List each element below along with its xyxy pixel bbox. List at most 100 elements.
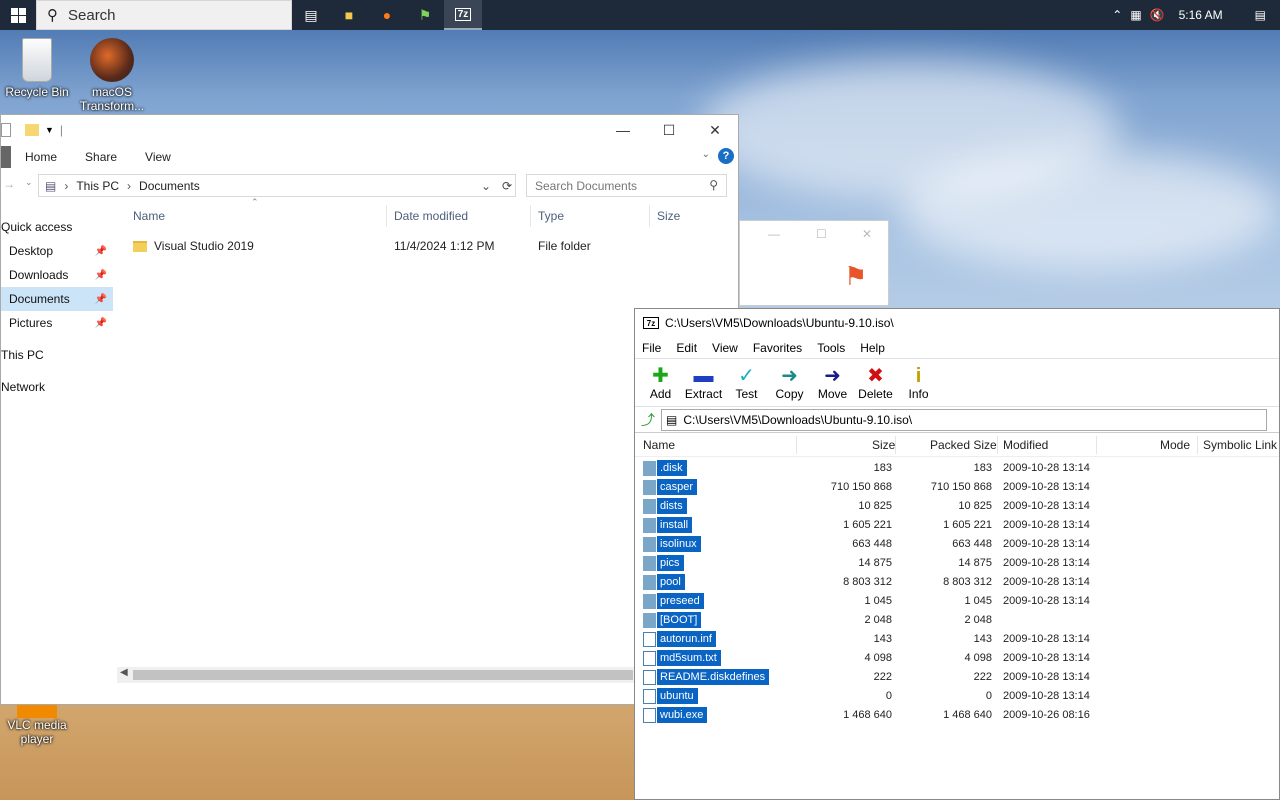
archive-row[interactable]: install 1 605 221 1 605 221 2009-10-28 13:1… <box>635 516 1279 535</box>
task-view-button[interactable]: ▤ <box>292 0 330 30</box>
tab-home[interactable]: Home <box>25 150 57 164</box>
help-icon[interactable]: ? <box>718 148 734 164</box>
nav-item-desktop[interactable]: Desktop 📌 <box>1 239 113 263</box>
column-mode[interactable]: Mode <box>1160 438 1190 452</box>
background-window[interactable]: — ☐ ✕ ⚑ <box>739 220 889 306</box>
column-separator[interactable] <box>997 436 998 454</box>
archive-row[interactable]: ubuntu 0 0 2009-10-28 13:14 <box>635 687 1279 706</box>
volume-muted-icon[interactable]: 🔇 <box>1150 8 1165 22</box>
archive-row[interactable]: isolinux 663 448 663 448 2009-10-28 13:14 <box>635 535 1279 554</box>
taskbar-windows-app[interactable]: ⚑ <box>406 0 444 30</box>
desktop-icon-macos-transform[interactable]: macOS Transform... <box>77 38 147 114</box>
chevron-up-icon[interactable]: ⌃ <box>1112 8 1122 22</box>
refresh-button[interactable]: ⟳ <box>498 174 516 197</box>
column-date-modified[interactable]: Date modified <box>394 209 468 223</box>
start-button[interactable] <box>0 0 36 30</box>
breadcrumb-documents[interactable]: Documents <box>139 179 200 193</box>
search-documents-input[interactable]: Search Documents ⚲ <box>526 174 727 197</box>
copy-button[interactable]: ➜ Copy <box>768 365 811 401</box>
test-button[interactable]: ✓ Test <box>725 365 768 401</box>
archive-row[interactable]: casper 710 150 868 710 150 868 2009-10-28 1… <box>635 478 1279 497</box>
archive-row[interactable]: md5sum.txt 4 098 4 098 2009-10-28 13:14 <box>635 649 1279 668</box>
maximize-icon[interactable]: ☐ <box>816 227 827 241</box>
desktop-icon-recycle-bin[interactable]: Recycle Bin <box>2 38 72 99</box>
expand-ribbon-icon[interactable]: ⌄ <box>702 149 710 160</box>
column-size[interactable]: Size <box>657 209 680 223</box>
file-row[interactable]: Visual Studio 2019 11/4/2024 1:12 PM Fil… <box>133 236 723 256</box>
nav-item-downloads[interactable]: Downloads 📌 <box>1 263 113 287</box>
column-name[interactable]: Name <box>133 209 165 223</box>
column-separator[interactable] <box>796 436 797 454</box>
nav-network[interactable]: Network <box>1 375 113 399</box>
archive-row[interactable]: wubi.exe 1 468 640 1 468 640 2009-10-26 08:… <box>635 706 1279 725</box>
horizontal-scrollbar[interactable]: ◀ <box>117 667 637 683</box>
clock[interactable]: 5:16 AM <box>1179 8 1223 22</box>
tab-share[interactable]: Share <box>85 150 117 164</box>
column-modified[interactable]: Modified <box>1003 438 1048 452</box>
minimize-button[interactable]: — <box>600 115 646 145</box>
nav-this-pc[interactable]: This PC <box>1 343 113 367</box>
archive-item-size: 0 <box>885 690 892 702</box>
menu-edit[interactable]: Edit <box>676 341 697 355</box>
notifications-icon[interactable]: ▤ <box>1255 8 1266 22</box>
explorer-title-bar[interactable]: ▼ | — ☐ ✕ <box>1 115 738 145</box>
extract-button[interactable]: ▬ Extract <box>682 365 725 401</box>
network-icon[interactable]: ▦ <box>1130 8 1141 22</box>
customize-toolbar-icon[interactable]: ▼ <box>45 125 54 135</box>
minimize-icon[interactable]: — <box>768 227 780 241</box>
column-separator[interactable] <box>386 205 387 227</box>
7zip-title-bar[interactable]: 7z C:\Users\VM5\Downloads\Ubuntu-9.10.is… <box>635 309 1279 337</box>
archive-row[interactable]: pool 8 803 312 8 803 312 2009-10-28 13:14 <box>635 573 1279 592</box>
taskbar-search[interactable]: ⚲ Search <box>36 0 292 30</box>
menu-help[interactable]: Help <box>860 341 885 355</box>
archive-row[interactable]: autorun.inf 143 143 2009-10-28 13:14 <box>635 630 1279 649</box>
move-button[interactable]: ➜ Move <box>811 365 854 401</box>
desktop-icon-vlc[interactable]: VLC media player <box>2 704 72 746</box>
menu-file[interactable]: File <box>642 341 661 355</box>
taskbar-file-explorer[interactable]: ■ <box>330 0 368 30</box>
archive-row[interactable]: README.diskdefines 222 222 2009-10-28 13:14 <box>635 668 1279 687</box>
column-name[interactable]: Name <box>643 438 675 452</box>
nav-quick-access[interactable]: Quick access <box>1 215 113 239</box>
forward-arrow-icon[interactable]: → <box>3 177 15 191</box>
column-separator[interactable] <box>895 436 896 454</box>
file-tab[interactable] <box>1 146 11 168</box>
column-separator[interactable] <box>1096 436 1097 454</box>
column-separator[interactable] <box>530 205 531 227</box>
scroll-left-icon[interactable]: ◀ <box>120 667 128 678</box>
close-icon[interactable]: ✕ <box>862 227 872 241</box>
column-size[interactable]: Size <box>872 438 895 452</box>
up-folder-icon[interactable]: ⤴ <box>641 410 655 430</box>
column-separator[interactable] <box>649 205 650 227</box>
close-button[interactable]: ✕ <box>692 115 738 145</box>
archive-row[interactable]: .disk 183 183 2009-10-28 13:14 <box>635 459 1279 478</box>
taskbar-7zip[interactable]: 7z <box>444 0 482 30</box>
nav-item-documents[interactable]: Documents 📌 <box>1 287 113 311</box>
menu-view[interactable]: View <box>712 341 738 355</box>
new-folder-icon[interactable] <box>25 124 39 136</box>
column-symbolic-link[interactable]: Symbolic Link <box>1203 438 1277 452</box>
column-packed-size[interactable]: Packed Size <box>930 438 997 452</box>
address-dropdown-icon[interactable]: ⌄ <box>481 179 491 193</box>
7zip-path-input[interactable]: ▤ C:\Users\VM5\Downloads\Ubuntu-9.10.iso… <box>661 408 1267 431</box>
nav-item-pictures[interactable]: Pictures 📌 <box>1 311 113 335</box>
properties-checkbox-icon[interactable] <box>1 123 11 137</box>
recent-locations-icon[interactable]: ⌄ <box>25 177 33 188</box>
archive-row[interactable]: dists 10 825 10 825 2009-10-28 13:14 <box>635 497 1279 516</box>
menu-tools[interactable]: Tools <box>817 341 845 355</box>
menu-favorites[interactable]: Favorites <box>753 341 802 355</box>
breadcrumb-this-pc[interactable]: This PC <box>76 179 119 193</box>
tab-view[interactable]: View <box>145 150 171 164</box>
archive-row[interactable]: [BOOT] 2 048 2 048 <box>635 611 1279 630</box>
info-button[interactable]: i Info <box>897 365 940 401</box>
archive-row[interactable]: pics 14 875 14 875 2009-10-28 13:14 <box>635 554 1279 573</box>
delete-button[interactable]: ✖ Delete <box>854 365 897 401</box>
column-type[interactable]: Type <box>538 209 564 223</box>
taskbar-firefox[interactable]: ● <box>368 0 406 30</box>
add-button[interactable]: ✚ Add <box>639 365 682 401</box>
column-separator[interactable] <box>1197 436 1198 454</box>
scrollbar-thumb[interactable] <box>133 670 633 680</box>
maximize-button[interactable]: ☐ <box>646 115 692 145</box>
address-bar[interactable]: ▤ › This PC › Documents ⌄ <box>38 174 516 197</box>
archive-row[interactable]: preseed 1 045 1 045 2009-10-28 13:14 <box>635 592 1279 611</box>
